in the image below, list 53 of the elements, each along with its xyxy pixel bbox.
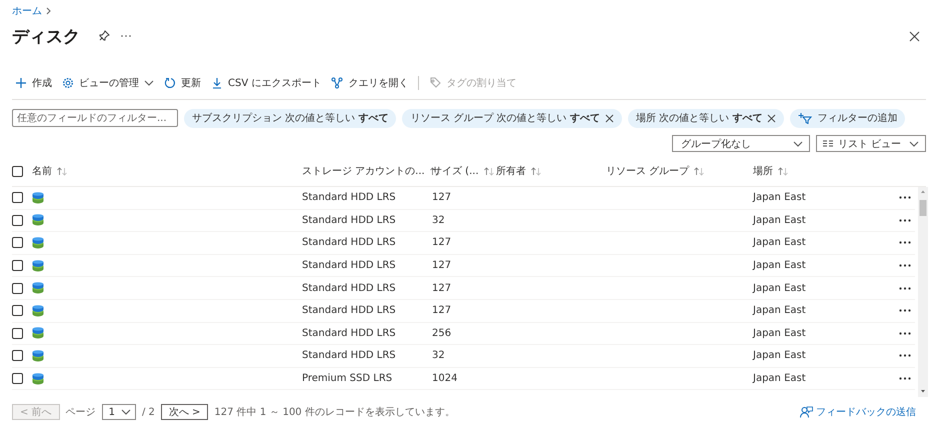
toolbar-button[interactable]: クエリを開く [331, 76, 408, 90]
view-dropdown[interactable]: リスト ビュー [816, 135, 926, 152]
table-cell-text: Standard HDD LRS [302, 260, 397, 272]
page-label: ページ [66, 406, 96, 419]
table-cell-text: Standard HDD LRS [302, 192, 397, 204]
toolbar-button[interactable]: 作成 [15, 76, 52, 90]
table-cell-text: Japan East [753, 305, 807, 316]
page-title: ディスク [12, 26, 80, 48]
next-button[interactable]: 次へ > [160, 404, 208, 420]
table-cell-text: 127 [432, 192, 452, 204]
filter-chip[interactable]: サブスクリプション 次の値と等しい すべて [184, 108, 396, 128]
table-cell-text: 127 [432, 305, 452, 316]
table-cell-text: Japan East [753, 282, 807, 294]
breadcrumb-link[interactable]: ホーム [12, 4, 42, 18]
table-cell-text: Japan East [753, 214, 807, 226]
grouping-dropdown[interactable]: グループ化なし [672, 135, 810, 152]
table-cell-text: 256 [432, 328, 452, 339]
table-cell-text: Standard HDD LRS [302, 237, 397, 248]
table-cell-text: Premium SSD LRS [302, 373, 394, 384]
table-cell-text: Japan East [753, 260, 807, 272]
table-cell-text: 32 [432, 214, 446, 226]
table-cell-text: 127 [432, 237, 452, 248]
table-cell-text: Standard HDD LRS [302, 214, 397, 226]
table-cell-text: 127 [432, 260, 452, 272]
table-cell-text: Japan East [753, 350, 807, 362]
column-header[interactable]: ストレージ アカウントの... [302, 164, 425, 178]
column-header[interactable]: 名前 [32, 164, 52, 178]
filter-chip[interactable]: リソース グループ 次の値と等しい すべて [402, 108, 622, 128]
filter-chip[interactable]: 場所 次の値と等しい すべて [628, 108, 784, 128]
column-header[interactable]: 場所 [753, 164, 773, 178]
table-cell-text: Standard HDD LRS [302, 282, 397, 294]
table-cell-text: 32 [432, 350, 446, 362]
table-cell-text: Japan East [753, 192, 807, 204]
table-cell-text: Japan East [753, 328, 807, 339]
table-cell-text: 127 [432, 282, 452, 294]
column-header[interactable]: サイズ (... [432, 164, 479, 178]
toolbar-button[interactable]: CSV にエクスポート [211, 76, 322, 90]
table-cell-text: Standard HDD LRS [302, 350, 397, 362]
toolbar-button[interactable]: ビューの管理 [62, 76, 154, 90]
column-header[interactable]: 所有者 [496, 164, 526, 178]
add-filter-button[interactable]: フィルターの追加 [790, 108, 906, 128]
page-dropdown[interactable]: 1 [102, 404, 136, 420]
table-cell-text: 1024 [432, 373, 458, 384]
column-header[interactable]: リソース グループ [606, 164, 690, 178]
feedback-link[interactable]: フィードバックの送信 [800, 405, 916, 419]
table-cell-text: Japan East [753, 373, 807, 384]
toolbar-button[interactable]: 更新 [164, 76, 201, 90]
filter-field[interactable]: 任意のフィールドのフィルター... [12, 109, 178, 127]
table-cell-text: Standard HDD LRS [302, 328, 397, 339]
page-total: / 2 [142, 406, 155, 418]
table-cell-text: Japan East [753, 237, 807, 248]
table-cell-text: Standard HDD LRS [302, 305, 397, 316]
record-count: 127 件中 1 ～ 100 件のレコードを表示しています。 [214, 406, 455, 419]
